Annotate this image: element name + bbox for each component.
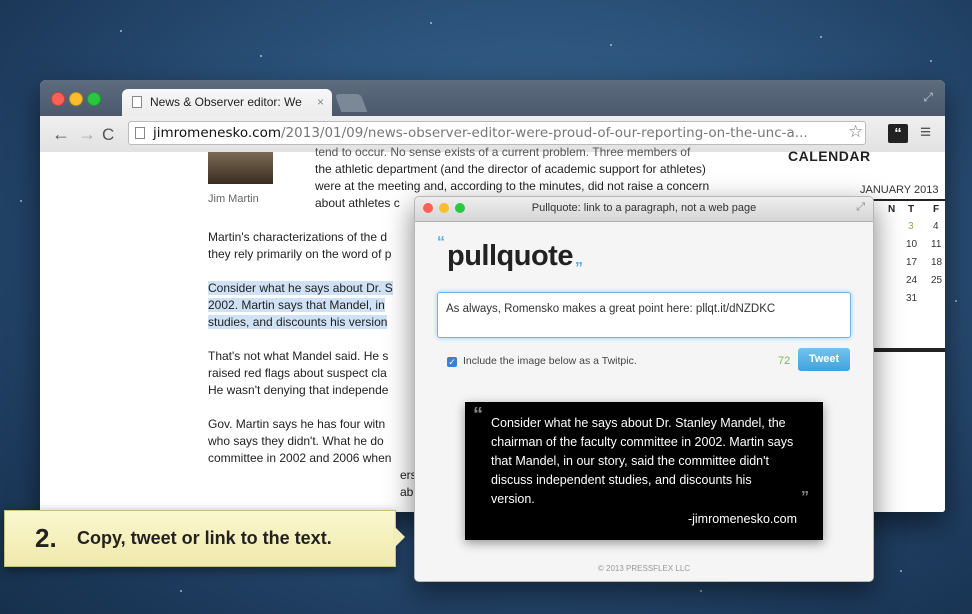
star [820, 36, 822, 38]
popup-titlebar: Pullquote: link to a paragraph, not a we… [415, 197, 873, 222]
menu-icon[interactable]: ≡ [920, 122, 931, 144]
calendar-day[interactable]: 25 [931, 275, 942, 286]
quote-line: that Mandel, in our story, said the comm… [491, 454, 769, 468]
include-image-checkbox[interactable]: ✓ [447, 357, 457, 367]
include-image-option[interactable]: ✓ Include the image below as a Twitpic. [447, 355, 637, 367]
popup-body: “ pullquote ” As always, Romensko makes … [415, 222, 873, 581]
url-domain: jimromenesko.com [153, 125, 281, 141]
browser-tab[interactable]: News & Observer editor: We × [122, 89, 332, 116]
star [955, 300, 957, 302]
author-photo [208, 152, 273, 184]
minimize-window-button[interactable] [69, 92, 83, 106]
calendar-day[interactable]: 31 [906, 293, 917, 304]
callout-pointer [393, 525, 405, 549]
star [900, 570, 902, 572]
page-icon [132, 96, 142, 108]
back-arrow-icon[interactable]: ← [52, 124, 70, 145]
calendar-day[interactable]: 4 [933, 221, 939, 232]
article-line: tend to occur. No sense exists of a curr… [315, 145, 691, 159]
quote-line: version. [491, 492, 535, 506]
page-icon [135, 127, 145, 139]
step-number: 2. [35, 523, 57, 553]
calendar-month: JANUARY 2013 [860, 184, 939, 196]
calendar-day[interactable]: 24 [906, 275, 917, 286]
calendar-day-header: F [933, 204, 940, 215]
tab-title: News & Observer editor: We [150, 95, 302, 109]
highlighted-paragraph[interactable]: 2002. Martin says that Mandel, in [208, 297, 385, 314]
tab-close-icon[interactable]: × [317, 95, 324, 109]
article-line: who says they didn't. What he do [208, 434, 384, 448]
expand-icon[interactable]: ⤢ [856, 201, 865, 214]
calendar-day[interactable]: 17 [906, 257, 917, 268]
tab-strip: News & Observer editor: We × ⤢ [40, 80, 945, 116]
highlighted-paragraph[interactable]: studies, and discounts his version [208, 314, 388, 331]
star [20, 200, 22, 202]
calendar-title: CALENDAR [788, 148, 871, 164]
logo-close-quote: ” [575, 260, 583, 277]
zoom-window-button[interactable] [87, 92, 101, 106]
star [260, 55, 262, 57]
calendar-day[interactable]: 3 [908, 221, 914, 232]
star [180, 590, 182, 592]
quote-line: discuss independent studies, and discoun… [491, 473, 752, 487]
star [430, 22, 432, 24]
article-line: raised red flags about suspect cla [208, 366, 387, 380]
character-count: 72 [778, 355, 791, 367]
article-line: were at the meeting and, according to th… [315, 179, 710, 193]
calendar-day[interactable]: 11 [931, 239, 941, 250]
new-tab-button[interactable] [334, 94, 368, 112]
step-text: Copy, tweet or link to the text. [77, 528, 332, 548]
calendar-day-header: N [888, 204, 896, 215]
forward-arrow-icon[interactable]: → [78, 124, 96, 145]
star [700, 590, 702, 592]
popup-title: Pullquote: link to a paragraph, not a we… [531, 202, 757, 214]
close-quote-icon: ” [801, 489, 809, 506]
quote-attribution: -jimromenesko.com [687, 512, 797, 526]
article-line: That's not what Mandel said. He s [208, 349, 389, 363]
pullquote-popup: Pullquote: link to a paragraph, not a we… [414, 196, 874, 582]
open-quote-icon: “ [473, 404, 483, 426]
highlighted-paragraph[interactable]: Consider what he says about Dr. S [208, 280, 393, 297]
close-window-button[interactable] [51, 92, 65, 106]
article-line: Gov. Martin says he has four witn [208, 417, 386, 431]
quote-image: “ Consider what he says about Dr. Stanle… [465, 402, 823, 540]
quote-line: chairman of the faculty committee in 200… [491, 435, 794, 449]
include-image-label: Include the image below as a Twitpic. [463, 355, 637, 367]
popup-footer: © 2013 PRESSFLEX LLC [597, 564, 691, 573]
calendar-day-header: T [908, 204, 915, 215]
logo-text: pullquote [447, 240, 573, 272]
article-line: about athletes c [315, 196, 400, 210]
article-line: the athletic department (and the directo… [315, 162, 706, 176]
bookmark-star-icon[interactable]: ☆ [848, 122, 863, 142]
fullscreen-icon[interactable]: ⤢ [923, 90, 933, 105]
article-line: they rely primarily on the word of p [208, 247, 392, 261]
article-line: He wasn't denying that independe [208, 383, 389, 397]
calendar-day[interactable]: 18 [931, 257, 942, 268]
article-line: committee in 2002 and 2006 when [208, 451, 392, 465]
pullquote-extension-icon[interactable]: “ [888, 124, 908, 143]
logo-open-quote: “ [437, 234, 445, 251]
star [930, 60, 932, 62]
calendar-day[interactable]: 10 [906, 239, 917, 250]
photo-caption: Jim Martin [208, 193, 259, 205]
article-line: Martin's characterizations of the d [208, 230, 388, 244]
step-callout: 2. Copy, tweet or link to the text. [4, 510, 405, 567]
reload-icon[interactable]: C [102, 125, 114, 145]
url-path: /2013/01/09/news-observer-editor-were-pr… [281, 125, 808, 141]
quote-line: Consider what he says about Dr. Stanley … [491, 416, 786, 430]
tweet-button[interactable]: Tweet [798, 348, 850, 371]
address-bar[interactable]: jimromenesko.com/2013/01/09/news-observe… [128, 121, 866, 145]
star [120, 30, 122, 32]
tweet-text-field[interactable]: As always, Romensko makes a great point … [437, 292, 851, 338]
star [610, 44, 612, 46]
